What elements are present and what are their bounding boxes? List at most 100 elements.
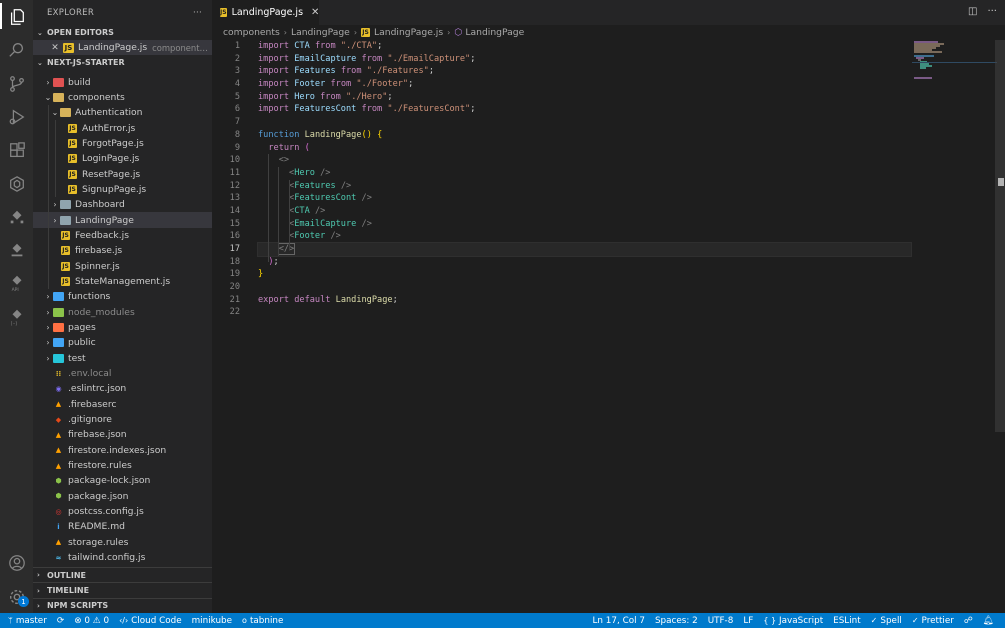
split-editor-icon[interactable]: ◫ [968,6,977,17]
cursor-position[interactable]: Ln 17, Col 7 [588,613,650,628]
tree-file[interactable]: ▲ storage.rules [33,535,212,550]
minikube-status[interactable]: minikube [187,613,237,628]
chevron-down-icon[interactable]: ⌄ [43,93,53,102]
tabnine-icon: o [242,616,247,625]
tree-folder[interactable]: › build [33,74,212,89]
secret-icon[interactable]: [··] [7,307,26,326]
tree-folder[interactable]: › LandingPage [33,212,212,228]
tree-file[interactable]: JS SignupPage.js [33,181,212,198]
chevron-right-icon[interactable]: › [50,200,60,209]
chevron-right-icon[interactable]: › [43,292,53,301]
chevron-right-icon[interactable]: › [43,323,53,332]
chevron-right-icon[interactable]: › [43,308,53,317]
tree-file[interactable]: JS Spinner.js [33,258,212,274]
breadcrumb-item[interactable]: LandingPage [291,27,350,38]
tree-file[interactable]: ◎ postcss.config.js [33,504,212,519]
tree-folder[interactable]: › pages [33,320,212,335]
eol-status[interactable]: LF [738,613,758,628]
tree-folder[interactable]: › functions [33,289,212,304]
api-icon[interactable]: API [7,273,26,292]
notifications-bell-icon[interactable]: 🔔︎ [978,613,999,628]
chevron-down-icon[interactable]: ⌄ [50,108,60,117]
prettier-status[interactable]: ✓ Prettier [907,613,959,628]
tree-file[interactable]: JS firebase.js [33,243,212,259]
files-icon[interactable] [7,7,26,26]
tree-folder[interactable]: ⌄ components [33,90,212,105]
tree-file[interactable]: i README.md [33,519,212,534]
tabnine-status[interactable]: o tabnine [237,613,288,628]
tree-file[interactable]: ◆ .gitignore [33,412,212,427]
tree-file[interactable]: JS AuthError.js [33,120,212,136]
tree-file[interactable]: ▲ firestore.rules [33,458,212,473]
cloud-code-status[interactable]: ‹/› Cloud Code [114,613,187,628]
tree-file[interactable]: ⁞⁞ .env.local [33,366,212,381]
kubernetes-icon[interactable] [7,207,26,226]
chevron-right-icon[interactable]: › [43,338,53,347]
sync-icon[interactable]: ⟳ [52,613,69,628]
tree-folder[interactable]: › test [33,351,212,366]
folder-icon [60,200,71,210]
breadcrumb-item[interactable]: LandingPage.js [374,27,443,38]
feedback-icon[interactable]: ☍ [959,613,978,628]
close-icon[interactable]: ✕ [311,7,319,18]
code-editor[interactable]: 1 2 3 4 5 6 7 8 9 10 11 12 13 14 15 16 17 18 19 20 21 22 impo… [212,40,1005,613]
more-actions-icon[interactable]: ··· [193,8,202,18]
breadcrumb-item[interactable]: components [223,27,280,38]
branch-status[interactable]: ᛘ master [0,613,52,628]
open-editor-item[interactable]: ✕ JS LandingPage.js components/L... [33,40,212,56]
language-mode[interactable]: { } JavaScript [758,613,828,628]
tree-file[interactable]: ⬢ package.json [33,489,212,504]
tree-folder[interactable]: › public [33,335,212,350]
npm-scripts-section[interactable]: › NPM SCRIPTS [33,597,212,613]
run-debug-icon[interactable] [7,107,26,126]
eslint-status[interactable]: ESLint [828,613,866,628]
close-icon[interactable]: ✕ [50,43,60,53]
check-icon: ✓ [870,616,878,625]
tree-file[interactable]: JS ForgotPage.js [33,135,212,152]
chevron-right-icon[interactable]: › [50,216,60,225]
problems-status[interactable]: ⊗ 0 ⚠ 0 [69,613,114,628]
extensions-icon[interactable] [7,141,26,160]
tree-file[interactable]: JS LoginPage.js [33,151,212,167]
indentation-status[interactable]: Spaces: 2 [650,613,703,628]
search-icon[interactable] [7,40,26,59]
breadcrumb-item[interactable]: LandingPage [465,27,524,38]
project-section[interactable]: ⌄ NEXT-JS-STARTER [33,55,212,70]
spell-status[interactable]: ✓ Spell [866,613,907,628]
code-area[interactable]: import CTA from "./CTA"; import EmailCap… [257,40,912,319]
account-icon[interactable] [7,553,26,572]
minimap[interactable] [912,40,997,80]
tree-file[interactable]: ▲ .firebaserc [33,397,212,412]
chevron-right-icon: › [37,571,40,580]
tree-folder[interactable]: ⌄ Authentication [33,105,212,121]
tree-file[interactable]: JS StateManagement.js [33,273,212,290]
folder-icon [60,108,71,118]
more-actions-icon[interactable]: ··· [987,6,997,17]
encoding-status[interactable]: UTF-8 [703,613,739,628]
file-type-icon: ◎ [55,507,62,516]
open-editors-section[interactable]: ⌄ OPEN EDITORS [33,25,212,40]
js-file-icon: JS [68,138,77,148]
tree-file[interactable]: JS ResetPage.js [33,166,212,182]
js-file-icon: JS [61,246,70,256]
source-control-icon[interactable] [7,74,26,93]
symbol-method-icon: ⬡ [454,27,463,38]
cloud-run-icon[interactable] [7,240,26,259]
outline-section[interactable]: › OUTLINE [33,567,212,582]
tree-folder[interactable]: › Dashboard [33,197,212,213]
tab-landingpage-js[interactable]: JS LandingPage.js ✕ [212,0,319,25]
tree-file[interactable]: ≈ tailwind.config.js [33,550,212,565]
chevron-right-icon[interactable]: › [43,78,53,87]
chevron-right-icon[interactable]: › [43,354,53,363]
tree-item-label: components [68,91,125,103]
tree-file[interactable]: ◉ .eslintrc.json [33,381,212,396]
tree-file[interactable]: ▲ firestore.indexes.json [33,443,212,458]
tree-folder[interactable]: › node_modules [33,305,212,320]
vertical-scrollbar[interactable] [995,40,1005,432]
timeline-section[interactable]: › TIMELINE [33,582,212,597]
remote-explorer-icon[interactable] [7,174,26,193]
tree-file[interactable]: JS Feedback.js [33,227,212,244]
tree-file[interactable]: ⬢ package-lock.json [33,473,212,488]
tree-file[interactable]: ▲ firebase.json [33,427,212,442]
